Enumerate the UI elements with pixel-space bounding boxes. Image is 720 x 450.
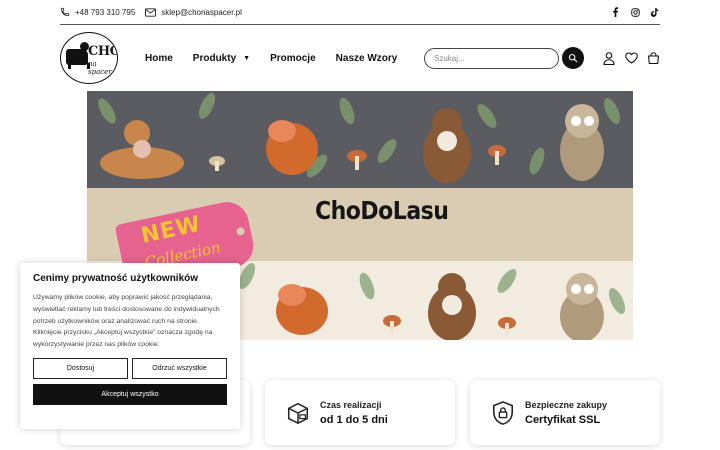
feature-title: Bezpieczne zakupy xyxy=(525,399,608,410)
nav-item-home[interactable]: Home xyxy=(145,53,173,64)
nav-item-produkty-label: Produkty xyxy=(192,52,237,64)
main-header: CHO- na spacer Home Produkty ▼ Promocje N… xyxy=(60,30,660,86)
banner-pattern-top xyxy=(87,91,633,188)
feature-card-realization: Czas realizacji od 1 do 5 dni xyxy=(265,380,455,445)
facebook-icon[interactable] xyxy=(610,7,620,17)
logo-text-sub: na spacer xyxy=(88,60,112,76)
header-actions xyxy=(602,51,660,65)
phone-number[interactable]: +48 793 310 795 xyxy=(75,8,135,17)
top-contact-bar: +48 793 310 795 sklep@chonaspacer.pl xyxy=(60,0,660,25)
feature-card-security: Bezpieczne zakupy Certyfikat SSL xyxy=(470,380,660,445)
phone-icon xyxy=(60,7,70,17)
mail-icon xyxy=(145,7,157,17)
email-contact[interactable]: sklep@chonaspacer.pl xyxy=(145,8,242,17)
cart-icon[interactable] xyxy=(646,51,660,65)
nav-item-promocje[interactable]: Promocje xyxy=(270,53,316,64)
customize-button[interactable]: Dostosuj xyxy=(33,357,128,379)
search-input[interactable] xyxy=(424,47,559,69)
cookie-body: Używamy plików cookie, aby poprawić jako… xyxy=(33,294,220,349)
site-logo[interactable]: CHO- na spacer xyxy=(60,32,118,84)
forest-animals-illustration xyxy=(98,93,621,183)
feature-value: od 1 do 5 dni xyxy=(320,413,388,426)
main-nav: Home Produkty ▼ Promocje Nasze Wzory xyxy=(145,53,417,64)
nav-item-produkty[interactable]: Produkty ▼ xyxy=(193,53,250,64)
search-icon xyxy=(568,53,578,63)
user-icon[interactable] xyxy=(602,51,616,65)
nav-item-nasze-wzory[interactable]: Nasze Wzory xyxy=(336,53,398,64)
instagram-icon[interactable] xyxy=(630,7,640,17)
search-form xyxy=(424,47,584,69)
accept-all-button[interactable]: Akceptuj wszystko xyxy=(33,383,227,405)
social-links xyxy=(610,7,660,17)
box-icon xyxy=(285,400,311,426)
cookie-button-row: Dostosuj Odrzuć wszystkie xyxy=(33,357,227,379)
cookie-title: Cenimy prywatność użytkowników xyxy=(33,273,199,284)
cookie-consent-dialog: Cenimy prywatność użytkowników Używamy p… xyxy=(20,263,240,429)
reject-all-button[interactable]: Odrzuć wszystkie xyxy=(132,357,227,379)
dog-logo-icon xyxy=(66,42,90,69)
feature-value: Certyfikat SSL xyxy=(525,413,601,426)
chevron-down-icon: ▼ xyxy=(243,54,251,62)
feature-title: Czas realizacji xyxy=(320,399,382,410)
shield-lock-icon xyxy=(490,400,516,426)
phone-contact[interactable]: +48 793 310 795 xyxy=(60,7,135,17)
tiktok-icon[interactable] xyxy=(650,7,660,17)
email-address[interactable]: sklep@chonaspacer.pl xyxy=(161,8,242,17)
banner-title: ChoDoLasu xyxy=(315,197,449,226)
heart-icon[interactable] xyxy=(624,51,638,65)
search-button[interactable] xyxy=(562,47,584,69)
logo-text-main: CHO- xyxy=(88,44,117,59)
